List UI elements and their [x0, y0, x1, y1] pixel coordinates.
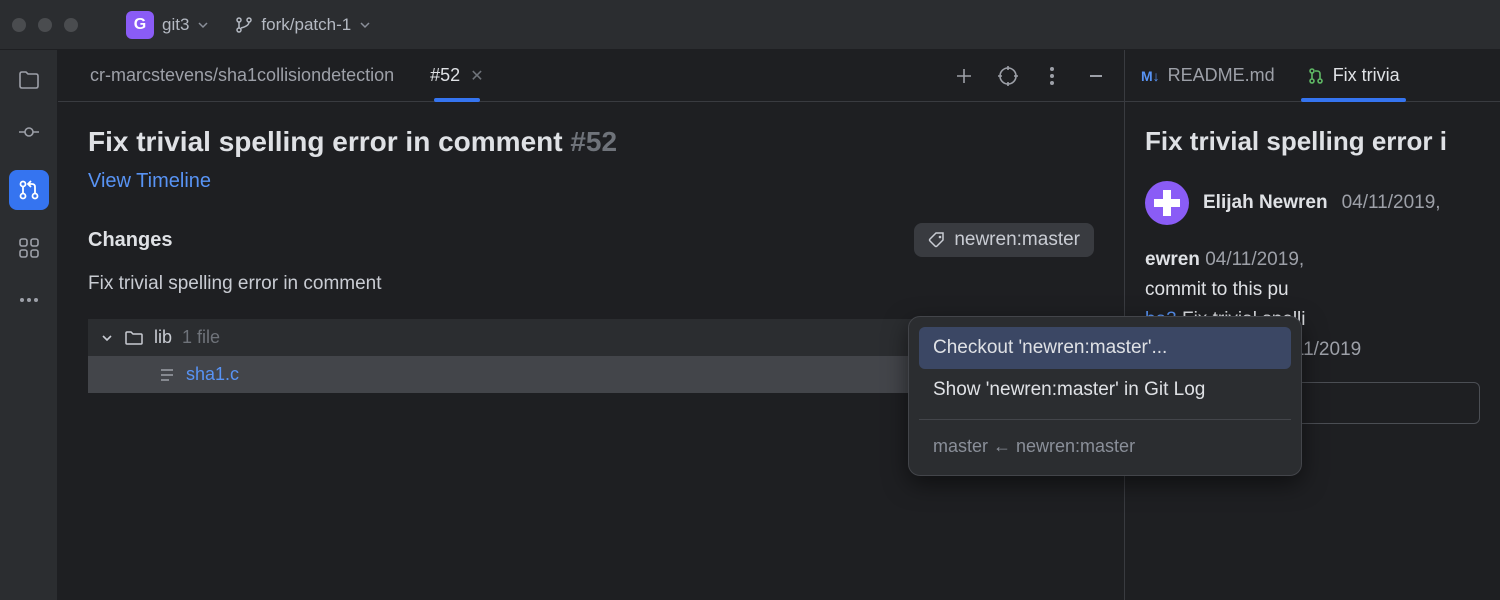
close-icon[interactable]: ✕	[470, 66, 483, 86]
left-rail	[0, 50, 58, 600]
minimize-window-button[interactable]	[38, 18, 52, 32]
project-badge: G	[126, 11, 154, 39]
file-icon	[158, 366, 176, 384]
context-show-log[interactable]: Show 'newren:master' in Git Log	[919, 369, 1291, 411]
close-window-button[interactable]	[12, 18, 26, 32]
folder-name: lib	[154, 327, 172, 348]
right-title: Fix trivial spelling error i	[1145, 126, 1480, 157]
author-row: Elijah Newren 04/11/2019,	[1145, 181, 1480, 225]
avatar	[1145, 181, 1189, 225]
titlebar: G git3 fork/patch-1	[0, 0, 1500, 50]
commit-count-row: commit to this pu	[1145, 279, 1480, 301]
tag-icon	[928, 231, 946, 249]
changes-label: Changes	[88, 229, 172, 252]
commit-author-row: ewren 04/11/2019,	[1145, 249, 1480, 271]
folder-file-count: 1 file	[182, 327, 220, 348]
rail-apps-icon[interactable]	[15, 234, 43, 262]
tab-breadcrumb[interactable]: cr-marcstevens/sha1collisiondetection	[74, 50, 410, 101]
right-tab-pr-label: Fix trivia	[1333, 65, 1400, 86]
commit-author-date: 04/11/2019,	[1205, 249, 1304, 270]
tab-pr-label: #52	[430, 65, 460, 86]
branch-icon	[235, 16, 253, 34]
chevron-down-icon	[100, 331, 114, 345]
menu-separator	[919, 419, 1291, 420]
project-selector[interactable]: G git3	[118, 7, 217, 43]
project-name: git3	[162, 15, 189, 35]
context-footer: master ← newren:master	[919, 428, 1291, 465]
rail-more-icon[interactable]	[15, 286, 43, 314]
tab-actions	[952, 64, 1108, 88]
add-icon[interactable]	[952, 64, 976, 88]
rail-pull-request-icon[interactable]	[9, 170, 49, 210]
more-icon[interactable]	[1040, 64, 1064, 88]
pull-request-icon	[1307, 67, 1325, 85]
chevron-down-icon	[359, 19, 371, 31]
right-tab-readme[interactable]: M↓ README.md	[1125, 50, 1291, 101]
commit-author-short: ewren	[1145, 249, 1200, 270]
right-tab-pr[interactable]: Fix trivia	[1291, 50, 1416, 101]
minimize-panel-icon[interactable]	[1084, 64, 1108, 88]
pr-title-text: Fix trivial spelling error in comment	[88, 126, 563, 157]
branch-chip[interactable]: newren:master	[914, 223, 1094, 257]
target-icon[interactable]	[996, 64, 1020, 88]
branch-chip-label: newren:master	[954, 229, 1080, 251]
rail-folder-icon[interactable]	[15, 66, 43, 94]
markdown-icon: M↓	[1141, 68, 1160, 84]
pr-title: Fix trivial spelling error in comment #5…	[88, 126, 1094, 158]
branch-name: fork/patch-1	[261, 15, 351, 35]
view-timeline-link[interactable]: View Timeline	[88, 170, 211, 193]
branch-selector[interactable]: fork/patch-1	[227, 11, 379, 39]
context-checkout[interactable]: Checkout 'newren:master'...	[919, 327, 1291, 369]
chevron-down-icon	[197, 19, 209, 31]
rail-commit-icon[interactable]	[15, 118, 43, 146]
file-name: sha1.c	[186, 364, 239, 385]
breadcrumb-text: cr-marcstevens/sha1collisiondetection	[90, 65, 394, 86]
change-description: Fix trivial spelling error in comment	[88, 273, 1094, 295]
changes-header: Changes newren:master	[88, 223, 1094, 257]
author-name: Elijah Newren	[1203, 192, 1328, 214]
maximize-window-button[interactable]	[64, 18, 78, 32]
pr-number: #52	[570, 126, 617, 157]
window-controls	[12, 18, 78, 32]
tab-bar: cr-marcstevens/sha1collisiondetection #5…	[58, 50, 1124, 102]
right-tab-readme-label: README.md	[1168, 65, 1275, 86]
context-menu: Checkout 'newren:master'... Show 'newren…	[908, 316, 1302, 476]
right-tab-bar: M↓ README.md Fix trivia	[1125, 50, 1500, 102]
tab-pr[interactable]: #52 ✕	[414, 50, 499, 101]
folder-icon	[124, 328, 144, 348]
author-date: 04/11/2019,	[1342, 192, 1441, 214]
